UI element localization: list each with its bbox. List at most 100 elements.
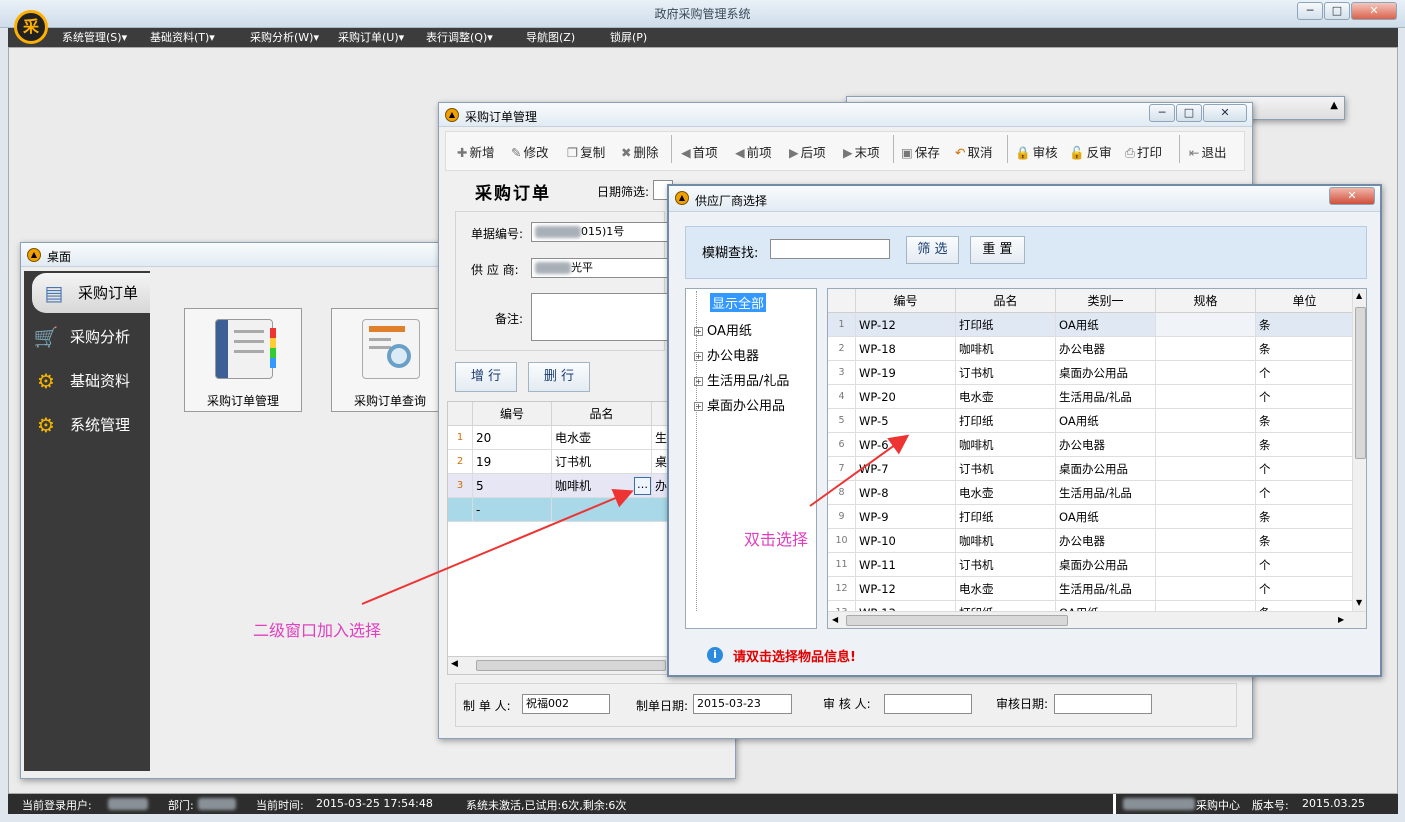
goods-row[interactable]: 4 WP-20 电水壶 生活用品/礼品 个 [828,385,1354,409]
goods-cell[interactable]: 打印纸 [956,409,1056,433]
delete-row-button[interactable]: 删 行 [528,362,590,392]
goods-cell[interactable]: 个 [1256,481,1354,505]
goods-cell[interactable]: WP-10 [856,529,956,553]
grid-header-category[interactable]: 类别一 [1056,289,1156,313]
goods-row[interactable]: 1 WP-12 打印纸 OA用纸 条 [828,313,1354,337]
goods-cell[interactable] [1156,385,1256,409]
goods-cell[interactable]: 咖啡机 [956,529,1056,553]
goods-cell[interactable]: 电水壶 [956,481,1056,505]
grid-header-code[interactable]: 编号 [856,289,956,313]
expand-icon[interactable]: + [694,402,703,411]
close-button[interactable]: ✕ [1203,104,1247,122]
goods-row[interactable]: 11 WP-11 订书机 桌面办公用品 个 [828,553,1354,577]
goods-cell[interactable]: OA用纸 [1056,409,1156,433]
goods-cell[interactable]: 打印纸 [956,505,1056,529]
ellipsis-button[interactable]: … [634,477,651,495]
goods-row[interactable]: 10 WP-10 咖啡机 办公电器 条 [828,529,1354,553]
new-button[interactable]: ✚ 新增 [457,142,495,161]
goods-cell[interactable]: 订书机 [956,361,1056,385]
goods-row[interactable]: 2 WP-18 咖啡机 办公电器 条 [828,337,1354,361]
unaudit-button[interactable]: 🔓 反审 [1069,142,1112,161]
grid-cell-code[interactable]: 5 [473,474,552,498]
cancel-button[interactable]: ↶ 取消 [955,142,993,161]
goods-row[interactable]: 7 WP-7 订书机 桌面办公用品 个 [828,457,1354,481]
grid-header-name[interactable]: 品名 [956,289,1056,313]
goods-cell[interactable]: WP-12 [856,313,956,337]
audit-button[interactable]: 🔒 审核 [1015,142,1058,161]
goods-cell[interactable]: 打印纸 [956,313,1056,337]
close-button[interactable]: ✕ [1329,187,1375,205]
goods-cell[interactable]: 条 [1256,433,1354,457]
goods-cell[interactable]: 条 [1256,337,1354,361]
goods-cell[interactable] [1156,601,1256,611]
sidebar-item-analysis[interactable]: 🛒 采购分析 [24,317,150,357]
goods-cell[interactable]: 电水壶 [956,577,1056,601]
supplier-input[interactable]: 光平 [531,258,671,278]
grid-header-spec[interactable]: 规格 [1156,289,1256,313]
grid-header-unit[interactable]: 单位 [1256,289,1354,313]
goods-cell[interactable] [1156,457,1256,481]
grid-cell-code[interactable]: 19 [473,450,552,474]
scroll-left-icon[interactable]: ◀ [451,659,458,669]
audit-date-input[interactable] [1054,694,1152,714]
tree-item-oa-paper[interactable]: + OA用纸 [694,320,752,339]
goods-cell[interactable]: 个 [1256,577,1354,601]
goods-cell[interactable]: 办公电器 [1056,529,1156,553]
tree-item-all[interactable]: 显示全部 [710,293,767,312]
menu-lock[interactable]: 锁屏(P) [610,29,647,45]
goods-cell[interactable]: 桌面办公用品 [1056,457,1156,481]
goods-cell[interactable]: WP-12 [856,577,956,601]
scroll-left-icon[interactable]: ◀ [832,615,838,624]
horizontal-scrollbar[interactable]: ◀ ▶ [828,611,1366,628]
expand-icon[interactable]: + [694,377,703,386]
expand-icon[interactable]: + [694,327,703,336]
prev-button[interactable]: ◀ 前项 [735,142,772,161]
goods-row[interactable]: 12 WP-12 电水壶 生活用品/礼品 个 [828,577,1354,601]
goods-cell[interactable] [1156,577,1256,601]
remark-textarea[interactable] [531,293,671,341]
scroll-down-icon[interactable]: ▼ [1356,598,1362,607]
new-row-cell[interactable] [552,498,672,522]
goods-cell[interactable]: WP-9 [856,505,956,529]
copy-button[interactable]: ❐ 复制 [567,142,605,161]
goods-cell[interactable] [1156,505,1256,529]
goods-cell[interactable]: 咖啡机 [956,337,1056,361]
minimize-button[interactable]: ─ [1297,2,1323,20]
goods-cell[interactable]: 订书机 [956,553,1056,577]
tree-item-gifts[interactable]: + 生活用品/礼品 [694,370,789,389]
print-button[interactable]: ⎙ 打印 [1125,142,1162,161]
goods-cell[interactable]: 条 [1256,409,1354,433]
sidebar-item-basic-data[interactable]: ⚙ 基础资料 [24,361,150,401]
maximize-button[interactable]: □ [1324,2,1350,20]
vertical-scrollbar[interactable]: ▲ ▼ [1352,289,1366,611]
scroll-right-icon[interactable]: ▶ [1338,615,1344,624]
goods-cell[interactable] [1156,553,1256,577]
goods-cell[interactable] [1156,481,1256,505]
tree-item-office-appliance[interactable]: + 办公电器 [694,345,759,364]
goods-row[interactable]: 5 WP-5 打印纸 OA用纸 条 [828,409,1354,433]
goods-row[interactable]: 9 WP-9 打印纸 OA用纸 条 [828,505,1354,529]
save-button[interactable]: ▣ 保存 [901,142,940,161]
goods-row[interactable]: 13WP-13打印纸OA用纸 条 [828,601,1354,611]
goods-cell[interactable]: 个 [1256,361,1354,385]
goods-cell[interactable]: 条 [1256,313,1354,337]
menu-nav[interactable]: 导航图(Z) [526,29,575,45]
sidebar-item-system[interactable]: ⚙ 系统管理 [24,405,150,445]
horizontal-scrollbar[interactable]: ◀ [448,656,672,674]
new-row-cell[interactable]: - [473,498,552,522]
sidebar-item-orders[interactable]: ▤ 采购订单 [32,273,150,313]
goods-cell[interactable]: 条 [1256,505,1354,529]
goods-cell[interactable] [1156,361,1256,385]
goods-row[interactable]: 3 WP-19 订书机 桌面办公用品 个 [828,361,1354,385]
goods-cell[interactable]: 桌面办公用品 [1056,553,1156,577]
next-button[interactable]: ▶ 后项 [789,142,826,161]
goods-cell[interactable]: OA用纸 [1056,601,1156,611]
minimize-button[interactable]: ─ [1149,104,1175,122]
scroll-thumb[interactable] [476,660,666,671]
goods-cell[interactable]: 条 [1256,601,1354,611]
goods-cell[interactable]: 个 [1256,553,1354,577]
goods-cell[interactable]: WP-13 [856,601,956,611]
goods-cell[interactable]: WP-5 [856,409,956,433]
filter-button[interactable]: 筛 选 [906,236,959,264]
grid-cell-name[interactable]: 订书机 [552,450,652,474]
